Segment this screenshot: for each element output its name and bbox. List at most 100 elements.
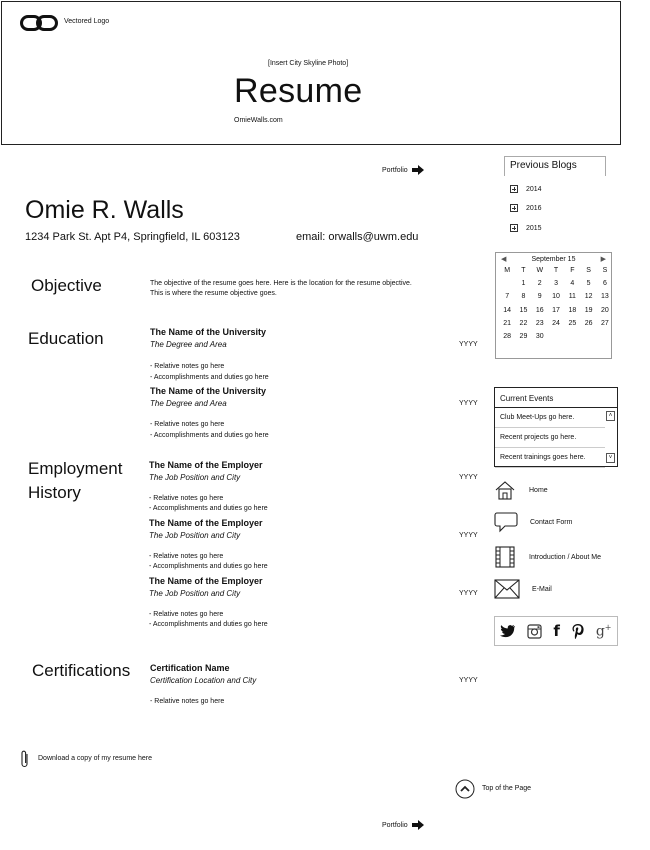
employment-note: - Relative notes go here (149, 611, 224, 618)
education-year: YYYY (459, 341, 478, 348)
photo-placeholder: [Insert City Skyline Photo] (268, 60, 349, 67)
calendar-day[interactable]: 30 (532, 333, 548, 346)
calendar-day[interactable]: 13 (597, 293, 613, 306)
expand-plus-icon[interactable] (510, 185, 518, 193)
employer-name: The Name of the Employer (149, 576, 263, 586)
education-school-name: The Name of the University (150, 327, 267, 337)
calendar-weekday: M (504, 267, 511, 274)
calendar-day (499, 280, 515, 293)
employment-year: YYYY (459, 474, 478, 481)
blog-year-label: 2015 (526, 224, 542, 232)
certification-note: - Relative notes go here (150, 698, 225, 705)
film-strip-icon (495, 546, 515, 568)
calendar-day[interactable]: 24 (548, 320, 564, 333)
event-item[interactable]: Recent projects go here. (495, 428, 605, 448)
google-plus-icon[interactable]: g+ (596, 623, 612, 640)
current-events-box: Current Events Club Meet-Ups go here. Re… (494, 387, 618, 468)
education-note: - Relative notes go here (150, 363, 225, 370)
nav-email[interactable]: E-Mail (494, 579, 552, 599)
calendar-day[interactable]: 11 (564, 293, 580, 306)
portfolio-link-top[interactable]: Portfolio (382, 165, 424, 175)
expand-plus-icon[interactable] (510, 224, 518, 232)
calendar-weekday: S (602, 267, 608, 274)
scroll-down-icon[interactable]: ˅ (606, 453, 615, 463)
calendar-weekday: T (521, 267, 526, 274)
calendar-day[interactable]: 4 (564, 280, 580, 293)
calendar-weekday: F (570, 267, 575, 274)
calendar-day[interactable]: 1 (515, 280, 531, 293)
education-degree: The Degree and Area (150, 399, 227, 408)
portfolio-link-bottom[interactable]: Portfolio (382, 820, 424, 830)
blog-year-2015[interactable]: 2015 (510, 224, 542, 232)
calendar-day[interactable]: 27 (597, 320, 613, 333)
job-position: The Job Position and City (149, 473, 241, 482)
email-address[interactable]: email: orwalls@uwm.edu (296, 231, 418, 243)
calendar-day[interactable]: 20 (597, 307, 613, 320)
event-item[interactable]: Recent trainings goes here. (495, 448, 605, 468)
calendar-day[interactable]: 15 (515, 307, 531, 320)
education-year: YYYY (459, 400, 478, 407)
calendar-day[interactable]: 19 (580, 307, 596, 320)
calendar-weekday: T (553, 267, 559, 274)
calendar-day[interactable]: 29 (515, 333, 531, 346)
calendar-day[interactable]: 7 (499, 293, 515, 306)
calendar-day[interactable]: 10 (548, 293, 564, 306)
calendar-day[interactable]: 2 (532, 280, 548, 293)
calendar-day[interactable]: 12 (580, 293, 596, 306)
section-heading-education: Education (28, 329, 104, 348)
calendar-day[interactable]: 8 (515, 293, 531, 306)
event-item[interactable]: Club Meet-Ups go here. (495, 408, 605, 428)
calendar-day[interactable]: 21 (499, 320, 515, 333)
nav-introduction[interactable]: Introduction / About Me (494, 546, 601, 568)
calendar-day[interactable]: 14 (499, 307, 515, 320)
portfolio-label: Portfolio (382, 821, 408, 829)
nav-contact[interactable]: Contact Form (494, 511, 572, 533)
calendar-day[interactable]: 17 (548, 307, 564, 320)
facebook-icon[interactable]: f (553, 622, 560, 640)
current-events-title: Current Events (495, 388, 617, 408)
expand-plus-icon[interactable] (510, 204, 518, 212)
calendar-day[interactable]: 22 (515, 320, 531, 333)
calendar-day[interactable]: 23 (532, 320, 548, 333)
twitter-icon[interactable] (500, 624, 516, 638)
download-resume-link[interactable]: Download a copy of my resume here (20, 749, 152, 769)
nav-email-label: E-Mail (532, 585, 552, 593)
calendar-day[interactable]: 25 (564, 320, 580, 333)
address: 1234 Park St. Apt P4, Springfield, IL 60… (25, 231, 240, 243)
scroll-up-icon[interactable]: ˄ (606, 411, 615, 421)
calendar-day[interactable]: 26 (580, 320, 596, 333)
page-title: Resume (234, 72, 363, 110)
site-link[interactable]: OmieWalls.com (234, 117, 283, 124)
calendar-next-icon[interactable]: ▶ (601, 255, 606, 263)
calendar-day[interactable]: 3 (548, 280, 564, 293)
instagram-icon[interactable] (527, 623, 543, 639)
calendar-day[interactable]: 28 (499, 333, 515, 346)
nav-home[interactable]: Home (494, 480, 548, 500)
arrow-right-icon (411, 820, 424, 830)
portfolio-label: Portfolio (382, 166, 408, 174)
top-of-page-link[interactable]: Top of the Page (455, 779, 531, 799)
job-position: The Job Position and City (149, 589, 241, 598)
paperclip-icon (21, 750, 28, 768)
section-heading-certifications: Certifications (32, 661, 131, 680)
events-scrollbar[interactable]: ˄ ˅ (606, 409, 616, 465)
blog-year-2014[interactable]: 2014 (510, 185, 542, 193)
calendar-day[interactable]: 6 (597, 280, 613, 293)
section-heading-objective: Objective (31, 276, 102, 295)
certification-name: Certification Name (150, 663, 230, 673)
nav-contact-label: Contact Form (530, 518, 573, 526)
calendar-month: September 15 (531, 256, 576, 263)
calendar-day[interactable]: 18 (564, 307, 580, 320)
calendar-weekday: W (536, 267, 544, 274)
top-label: Top of the Page (482, 785, 532, 792)
calendar-day[interactable]: 16 (532, 307, 548, 320)
calendar-day[interactable]: 5 (580, 280, 596, 293)
calendar-weekday: S (586, 267, 591, 274)
blog-year-label: 2014 (526, 185, 542, 193)
pinterest-icon[interactable] (571, 623, 585, 640)
objective-text-line2: This is where the resume objective goes. (150, 290, 277, 297)
employment-note: - Relative notes go here (149, 495, 224, 502)
calendar-day[interactable]: 9 (532, 293, 548, 306)
section-heading-history: History (28, 483, 81, 502)
blog-year-2016[interactable]: 2016 (510, 204, 542, 212)
